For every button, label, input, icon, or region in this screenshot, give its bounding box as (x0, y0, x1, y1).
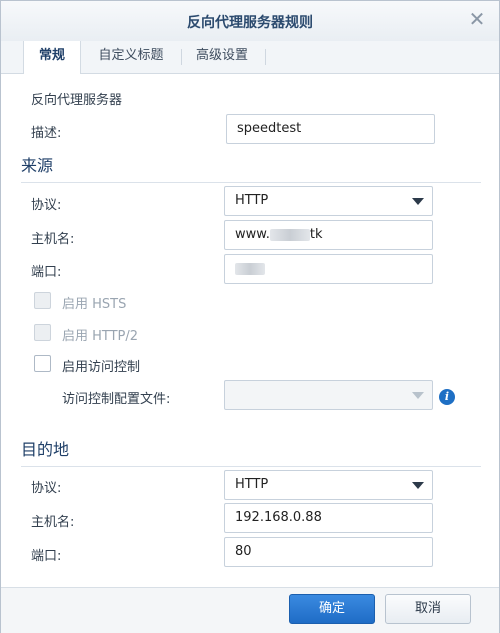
destination-section-heading: 目的地 (21, 436, 481, 467)
cancel-button[interactable]: 取消 (385, 594, 471, 624)
tab-custom-headers[interactable]: 自定义标题 (85, 41, 177, 73)
close-icon[interactable]: ✕ (467, 9, 487, 29)
hostname-prefix: www. (235, 227, 270, 242)
redacted-blur (235, 262, 265, 275)
tab-separator (181, 49, 182, 65)
tab-bar: 常规 自定义标题 高级设置 (1, 41, 499, 74)
dialog-title: 反向代理服务器规则 (187, 15, 313, 31)
chevron-down-icon (412, 392, 424, 399)
chevron-down-icon (412, 482, 424, 489)
destination-port-input[interactable]: 80 (224, 537, 433, 567)
http2-label: 启用 HTTP/2 (62, 329, 139, 344)
description-label: 描述: (31, 126, 62, 141)
source-section-heading: 来源 (21, 152, 481, 183)
access-control-label: 启用访问控制 (62, 360, 141, 375)
tab-separator (265, 49, 266, 65)
destination-protocol-select[interactable]: HTTP (224, 470, 433, 500)
hsts-checkbox[interactable] (34, 292, 51, 309)
source-port-label: 端口: (31, 265, 62, 280)
source-port-input[interactable] (224, 254, 433, 284)
destination-hostname-input[interactable]: 192.168.0.88 (224, 503, 433, 533)
description-input[interactable]: speedtest (226, 114, 435, 144)
hostname-suffix: tk (309, 227, 323, 242)
info-icon[interactable]: i (439, 389, 455, 405)
ok-button[interactable]: 确定 (289, 594, 375, 624)
dialog-body: 反向代理服务器 描述: speedtest 来源 协议: HTTP 主机名: w… (1, 74, 499, 587)
destination-protocol-value: HTTP (235, 477, 269, 492)
reverse-proxy-heading: 反向代理服务器 (31, 93, 123, 108)
http2-checkbox[interactable] (34, 324, 51, 341)
tab-general[interactable]: 常规 (23, 41, 81, 74)
destination-protocol-label: 协议: (31, 481, 62, 496)
access-profile-label: 访问控制配置文件: (62, 392, 171, 407)
destination-port-label: 端口: (31, 549, 62, 564)
access-profile-select[interactable] (224, 380, 433, 410)
hsts-label: 启用 HSTS (62, 297, 127, 312)
tab-advanced-settings[interactable]: 高级设置 (185, 41, 259, 73)
source-protocol-select[interactable]: HTTP (224, 186, 433, 216)
access-control-checkbox[interactable] (34, 355, 51, 372)
source-protocol-value: HTTP (235, 193, 269, 208)
chevron-down-icon (412, 198, 424, 205)
source-hostname-label: 主机名: (31, 232, 75, 247)
reverse-proxy-rule-dialog: 反向代理服务器规则 ✕ 常规 自定义标题 高级设置 反向代理服务器 描述: sp… (0, 0, 500, 633)
redacted-blur (269, 228, 310, 241)
source-protocol-label: 协议: (31, 198, 62, 213)
dialog-footer: 确定 取消 (1, 587, 499, 633)
dialog-titlebar: 反向代理服务器规则 ✕ (1, 1, 499, 42)
destination-hostname-label: 主机名: (31, 515, 75, 530)
source-hostname-input[interactable]: www. tk (224, 220, 433, 250)
